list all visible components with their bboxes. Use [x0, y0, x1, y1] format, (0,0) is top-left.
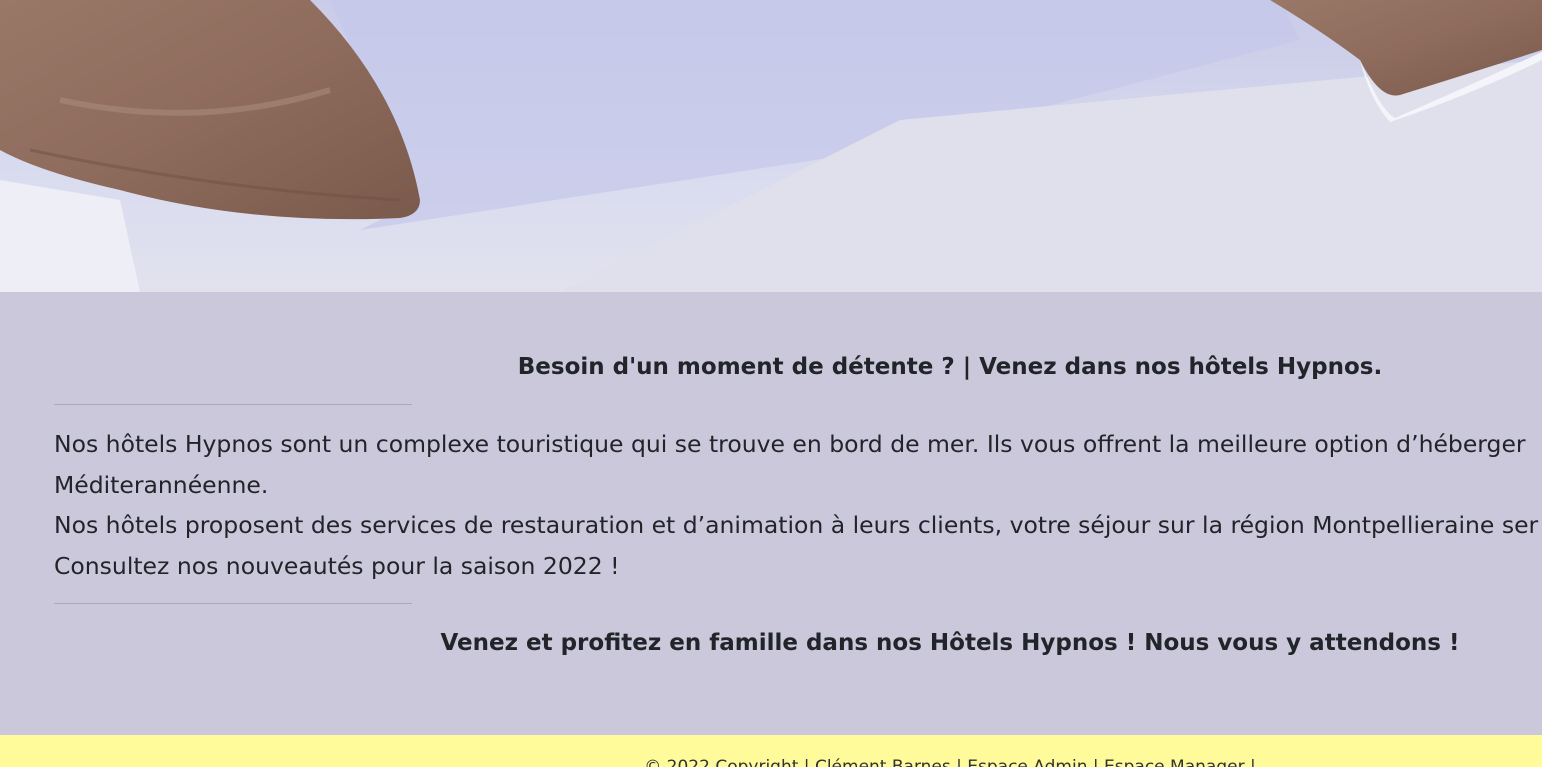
hotel-bed-pillows-photo: [0, 0, 1542, 292]
closing-heading: Venez et profitez en famille dans nos Hô…: [440, 630, 1460, 656]
intro-paragraph: Nos hôtels Hypnos sont un complexe touri…: [54, 424, 1542, 587]
manager-space-link[interactable]: Espace Manager: [1104, 757, 1245, 767]
divider-bottom: [54, 603, 412, 604]
footer: © 2022 Copyright | Clément Barnes | Espa…: [0, 735, 1542, 767]
intro-section: Besoin d'un moment de détente ? | Venez …: [0, 292, 1542, 735]
divider-top: [54, 404, 412, 405]
author-link[interactable]: Clément Barnes: [815, 757, 951, 767]
hero-image: [0, 0, 1542, 292]
footer-separator: |: [950, 757, 968, 767]
copyright-text: © 2022 Copyright |: [644, 757, 815, 767]
paragraph-line: Nos hôtels proposent des services de res…: [54, 511, 1539, 540]
footer-separator: |: [1244, 757, 1256, 767]
footer-separator: |: [1087, 757, 1105, 767]
paragraph-line: Nos hôtels Hypnos sont un complexe touri…: [54, 430, 1526, 458]
admin-space-link[interactable]: Espace Admin: [967, 757, 1087, 767]
paragraph-line: Consultez nos nouveautés pour la saison …: [54, 552, 620, 581]
footer-links: © 2022 Copyright | Clément Barnes | Espa…: [0, 757, 1542, 767]
intro-heading: Besoin d'un moment de détente ? | Venez …: [517, 354, 1383, 380]
paragraph-line: Méditerannéenne.: [54, 470, 269, 499]
